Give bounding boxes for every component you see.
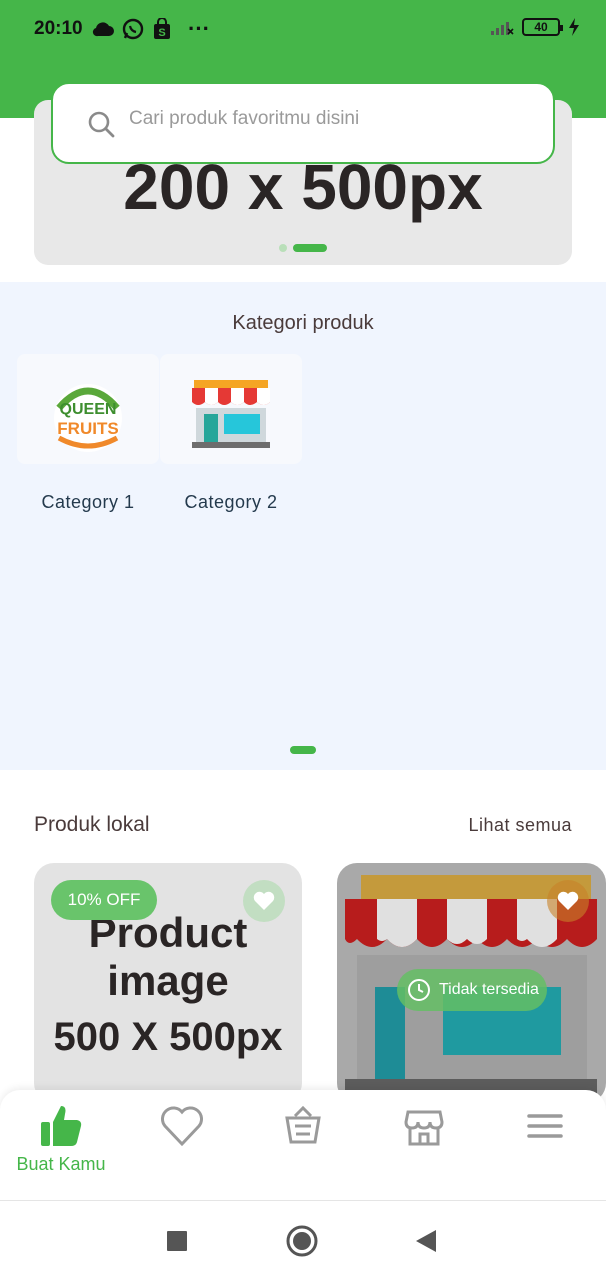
system-navigation-bar — [0, 1200, 606, 1280]
category-section-title: Kategori produk — [232, 312, 374, 334]
status-time: 20:10 — [34, 18, 83, 39]
charging-icon — [569, 18, 579, 36]
favorite-button[interactable] — [547, 880, 589, 922]
category-item-2[interactable] — [160, 354, 302, 464]
clock-icon — [408, 979, 430, 1001]
unavailable-label: Tidak tersedia — [439, 981, 539, 998]
more-notifications-icon: ··· — [188, 16, 210, 41]
category-item-1[interactable]: QUEEN FRUITS — [17, 354, 159, 464]
nav-item-basket[interactable] — [253, 1104, 353, 1184]
menu-icon — [527, 1114, 563, 1138]
whatsapp-icon — [122, 18, 144, 40]
heart-icon — [557, 891, 579, 910]
heart-icon — [161, 1106, 203, 1147]
status-system-icons: 40 — [490, 18, 580, 36]
svg-text:QUEEN: QUEEN — [60, 401, 117, 418]
banner-pagination — [279, 244, 327, 252]
product-card-2[interactable]: Tidak tersedia — [337, 863, 606, 1103]
signal-icon — [491, 22, 514, 35]
status-notification-icons: S ··· — [92, 16, 210, 42]
bottom-navigation: Buat Kamu — [0, 1090, 606, 1200]
category-section: Kategori produk QUEEN FRUITS Category 1 … — [0, 282, 606, 770]
battery-indicator: 40 — [522, 18, 563, 36]
product-card-1[interactable]: Product image 500 X 500px 10% OFF — [34, 863, 302, 1103]
unavailable-badge: Tidak tersedia — [397, 969, 547, 1011]
recent-apps-button[interactable] — [166, 1230, 188, 1252]
basket-icon — [285, 1105, 321, 1144]
store-icon — [404, 1110, 444, 1146]
queen-fruits-logo: QUEEN FRUITS — [54, 384, 122, 452]
product-image-placeholder: Product image — [34, 909, 302, 1005]
product-image-size-text: 500 X 500px — [53, 1015, 283, 1059]
nav-item-buat-kamu[interactable]: Buat Kamu — [11, 1104, 111, 1184]
category-label-1[interactable]: Category 1 — [17, 492, 159, 513]
banner-dot[interactable] — [279, 244, 287, 252]
see-all-link[interactable]: Lihat semua — [468, 815, 572, 836]
nav-item-store[interactable] — [374, 1104, 474, 1184]
category-pagination-indicator — [290, 746, 316, 754]
thumbs-up-icon — [41, 1106, 82, 1146]
favorite-button[interactable] — [243, 880, 285, 922]
heart-icon — [253, 891, 275, 910]
search-icon — [88, 111, 115, 138]
search-input[interactable] — [129, 108, 529, 130]
status-bar: 20:10 S ··· 40 — [0, 0, 606, 60]
home-button[interactable] — [286, 1225, 318, 1257]
category-label-2[interactable]: Category 2 — [160, 492, 302, 513]
cloud-icon — [92, 22, 114, 37]
nav-item-favorites[interactable] — [132, 1104, 232, 1184]
shopping-bag-icon: S — [154, 18, 170, 39]
svg-text:S: S — [158, 27, 165, 39]
nav-item-menu[interactable] — [495, 1104, 595, 1184]
svg-text:FRUITS: FRUITS — [57, 419, 118, 438]
products-section-title: Produk lokal — [34, 813, 150, 836]
store-icon — [192, 380, 270, 448]
nav-label-buat-kamu: Buat Kamu — [16, 1154, 106, 1174]
product-image-text-2: image — [107, 957, 229, 1004]
search-bar[interactable] — [51, 82, 555, 164]
discount-badge: 10% OFF — [51, 880, 157, 920]
back-button[interactable] — [414, 1229, 438, 1253]
banner-dot-active[interactable] — [293, 244, 327, 252]
